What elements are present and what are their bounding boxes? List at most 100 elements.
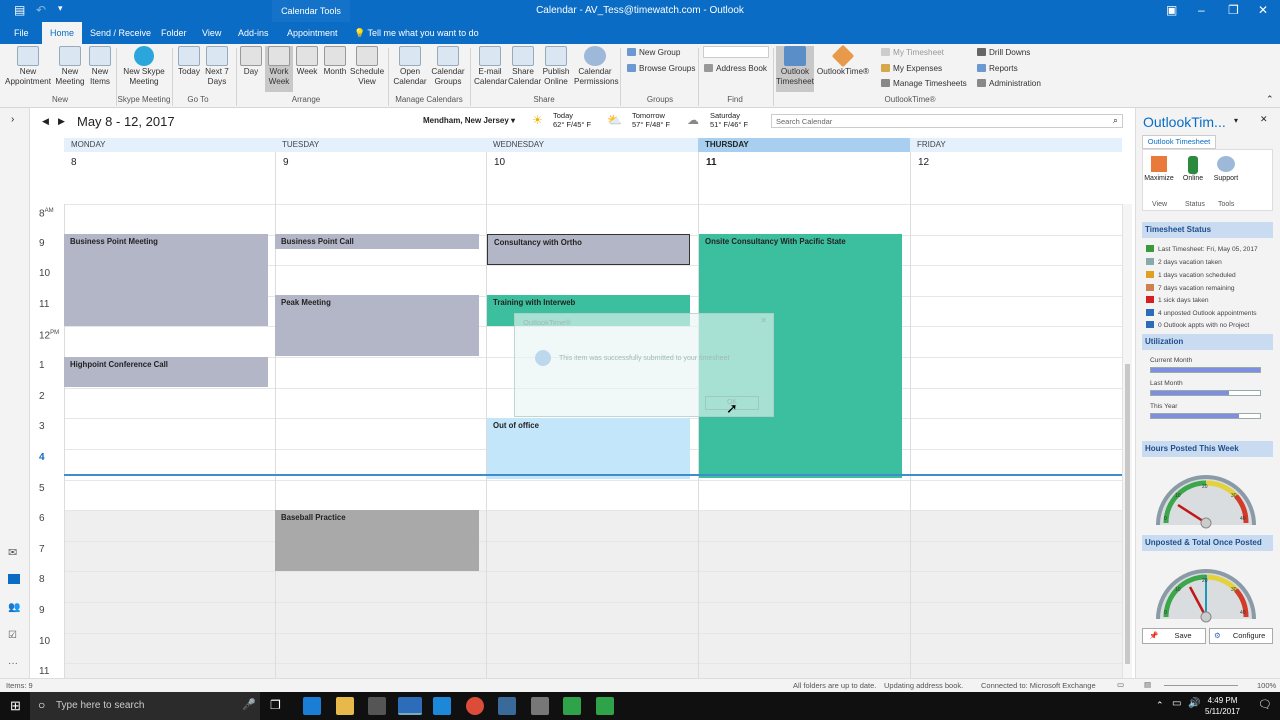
address-book-button[interactable]: Address Book [704,64,767,73]
taskbar-search[interactable]: ○ Type here to search 🎤 [30,692,260,720]
day-header-wednesday[interactable]: WEDNESDAY [486,138,698,152]
my-expenses-button[interactable]: My Expenses [881,64,942,73]
email-calendar-button[interactable]: E-mail Calendar [474,46,507,87]
scrollbar-thumb[interactable] [1125,364,1130,664]
ribbon-display-options-icon[interactable]: ▣ [1166,3,1177,17]
tab-folder[interactable]: Folder [153,22,195,44]
next-week-icon[interactable]: ▶ [58,116,65,127]
new-items-button[interactable]: New Items [88,46,112,87]
work-week-view-button[interactable]: Work Week [265,46,293,92]
tab-view[interactable]: View [194,22,229,44]
tab-file[interactable]: File [6,22,37,44]
search-calendar-input[interactable]: Search Calendar ⌕ [771,114,1123,128]
outlook-taskbar-icon[interactable] [398,697,422,715]
tab-outlook-timesheet[interactable]: Outlook Timesheet [1142,135,1216,149]
day-view-button[interactable]: Day [240,46,262,77]
calendar-groups-button[interactable]: Calendar Groups [430,46,466,87]
event-highpoint-conference-call[interactable]: Highpoint Conference Call [64,357,268,387]
event-peak-meeting[interactable]: Peak Meeting [275,295,479,356]
online-button[interactable]: Online [1178,156,1208,182]
edge-icon[interactable] [303,697,321,715]
search-people-input[interactable] [703,46,769,58]
normal-view-icon[interactable]: ▭ [1117,680,1124,689]
next-7-days-button[interactable]: Next 7 Days [204,46,230,87]
configure-button[interactable]: ⚙ Configure [1209,628,1273,644]
event-consultancy-with-ortho[interactable]: Consultancy with Ortho [487,234,690,265]
vertical-scrollbar[interactable] [1122,204,1132,678]
event-baseball-practice[interactable]: Baseball Practice [275,510,479,571]
day-header-monday[interactable]: MONDAY [64,138,275,152]
search-icon[interactable]: ⌕ [1113,115,1118,126]
network-app-icon[interactable] [498,697,516,715]
store-icon[interactable] [368,697,386,715]
new-group-button[interactable]: New Group [627,48,680,57]
more-apps-icon[interactable]: ··· [8,658,18,669]
maximize-button[interactable]: Maximize [1144,156,1174,182]
new-meeting-button[interactable]: New Meeting [54,46,86,87]
close-icon[interactable]: ✕ [1258,3,1268,17]
zoom-slider[interactable] [1164,685,1238,686]
publish-online-button[interactable]: Publish Online [540,46,572,87]
date-9[interactable]: 9 [275,152,486,204]
browse-groups-button[interactable]: Browse Groups [627,64,695,73]
administration-button[interactable]: Administration [977,79,1041,88]
volume-icon[interactable]: 🔊 [1188,698,1200,709]
save-button[interactable]: 📌 Save [1142,628,1206,644]
event-business-point-call[interactable]: Business Point Call [275,234,479,249]
restore-icon[interactable]: ❐ [1228,3,1239,17]
event-out-of-office[interactable]: Out of office [487,418,690,479]
new-appointment-button[interactable]: New Appointment [4,46,52,87]
tab-send-receive[interactable]: Send / Receive [82,22,159,44]
tasks-icon[interactable]: ☑ [8,630,17,641]
show-hidden-icons[interactable]: ⌃ [1156,700,1164,711]
day-header-tuesday[interactable]: TUESDAY [275,138,486,152]
settings-app-icon[interactable] [531,697,549,715]
schedule-view-button[interactable]: Schedule View [350,46,384,87]
my-timesheet-button[interactable]: My Timesheet [881,48,944,57]
reading-view-icon[interactable]: ▤ [1144,680,1151,689]
calendar-permissions-button[interactable]: Calendar Permissions [574,46,619,87]
today-button[interactable]: Today [176,46,202,77]
outlooktime-button[interactable]: OutlookTime® [816,44,870,77]
task-view-icon[interactable]: ❐ [270,698,281,712]
chrome-icon[interactable] [466,697,484,715]
windows-start-icon[interactable]: ⊞ [10,698,21,714]
minimize-icon[interactable]: – [1198,3,1205,17]
tab-home[interactable]: Home [42,22,83,44]
outlook-timesheet-button[interactable]: Outlook Timesheet [776,46,814,92]
month-view-button[interactable]: Month [322,46,348,77]
day-header-friday[interactable]: FRIDAY [910,138,1122,152]
camtasia-icon[interactable] [563,697,581,715]
clock[interactable]: 4:49 PM 5/11/2017 [1205,695,1240,717]
pane-close-icon[interactable]: ✕ [1260,114,1268,125]
date-11[interactable]: 11 [698,152,910,204]
calendar-nav-icon[interactable] [8,574,20,584]
reports-button[interactable]: Reports [977,64,1018,73]
date-10[interactable]: 10 [486,152,698,204]
microphone-icon[interactable]: 🎤 [242,698,256,711]
week-view-button[interactable]: Week [295,46,319,77]
tab-add-ins[interactable]: Add-ins [230,22,277,44]
tell-me-box[interactable]: 💡 Tell me what you want to do [346,22,487,44]
network-icon[interactable]: ▭ [1172,698,1181,709]
expand-folder-pane-icon[interactable]: › [11,114,14,125]
date-8[interactable]: 8 [64,152,275,204]
location[interactable]: Mendham, New Jersey ▾ [423,116,515,125]
support-button[interactable]: Support [1211,156,1241,182]
event-business-point-meeting[interactable]: Business Point Meeting [64,234,268,326]
camtasia-recorder-icon[interactable] [596,697,614,715]
collapse-ribbon-icon[interactable]: ⌃ [1266,94,1274,105]
day-header-thursday[interactable]: THURSDAY [698,138,910,152]
previous-week-icon[interactable]: ◀ [42,116,49,127]
mail-icon[interactable]: ✉ [8,546,17,559]
pane-options-icon[interactable]: ▾ [1234,116,1238,125]
new-skype-meeting-button[interactable]: New Skype Meeting [120,46,168,87]
open-calendar-button[interactable]: Open Calendar [392,46,428,87]
manage-timesheets-button[interactable]: Manage Timesheets [881,79,967,88]
date-12[interactable]: 12 [910,152,1122,204]
drill-downs-button[interactable]: Drill Downs [977,48,1030,57]
file-explorer-icon[interactable] [336,697,354,715]
share-calendar-button[interactable]: Share Calendar [508,46,541,87]
ie-icon[interactable] [433,697,451,715]
notifications-icon[interactable]: 🗨 [1258,698,1272,711]
